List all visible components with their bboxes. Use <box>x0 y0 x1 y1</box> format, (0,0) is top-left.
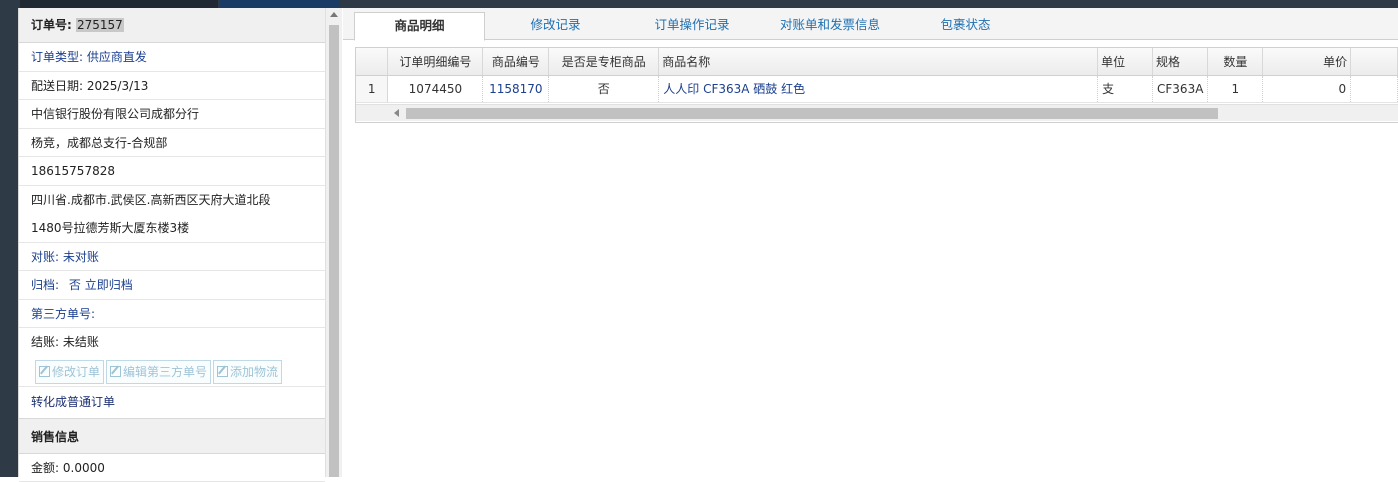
row-number: 1 <box>356 75 388 102</box>
col-header-unit[interactable]: 单位 <box>1098 48 1153 75</box>
address-line-1: 四川省.成都市.武侯区.高新西区天府大道北段 <box>31 193 270 207</box>
col-header-extra <box>1351 48 1398 75</box>
archive-value: 否 <box>69 278 81 292</box>
settle-row: 结账: 未结账 <box>19 328 325 357</box>
counter-cell: 否 <box>549 75 659 102</box>
edit-order-button[interactable]: 修改订单 <box>35 360 104 384</box>
edit-order-label: 修改订单 <box>52 365 100 379</box>
address-row-2: 1480号拉德芳斯大厦东楼3楼 <box>19 214 325 243</box>
tab-label: 修改记录 <box>530 17 580 32</box>
grid-horizontal-scrollbar[interactable] <box>356 104 1398 121</box>
sales-section-header: 销售信息 <box>19 418 325 454</box>
archive-row: 归档: 否 立即归档 <box>19 271 325 300</box>
reconcile-row: 对账: 未对账 <box>19 243 325 272</box>
col-header-product-id[interactable]: 商品编号 <box>483 48 549 75</box>
add-logistics-button[interactable]: 添加物流 <box>213 360 282 384</box>
convert-order-link[interactable]: 转化成普通订单 <box>31 395 115 409</box>
spec-cell: CF363A <box>1153 75 1208 102</box>
table-header-row: 订单明细编号 商品编号 是否是专柜商品 商品名称 单位 规格 数量 单价 <box>356 48 1398 75</box>
tab-product-details[interactable]: 商品明细 <box>354 12 485 41</box>
order-info-panel: 订单号: 275157 订单类型: 供应商直发 配送日期: 2025/3/13 … <box>0 8 342 477</box>
edit-icon <box>217 366 228 377</box>
detail-tabs: 商品明细 修改记录 订单操作记录 对账单和发票信息 包裹状态 <box>343 8 1398 40</box>
order-type-label: 订单类型: <box>31 50 83 64</box>
product-detail-grid: 订单明细编号 商品编号 是否是专柜商品 商品名称 单位 规格 数量 单价 1 1… <box>355 47 1398 123</box>
address-line-2: 1480号拉德芳斯大厦东楼3楼 <box>31 221 189 235</box>
left-panel-scrollbar[interactable] <box>325 8 342 477</box>
amount-value: 0.0000 <box>63 461 105 475</box>
delivery-date-value: 2025/3/13 <box>87 79 149 93</box>
extra-cell <box>1351 75 1398 102</box>
reconcile-label: 对账: <box>31 250 59 264</box>
tab-package-status[interactable]: 包裹状态 <box>913 12 1018 40</box>
col-header-counter[interactable]: 是否是专柜商品 <box>549 48 659 75</box>
scroll-left-arrow-icon[interactable] <box>394 109 399 117</box>
delivery-date-row: 配送日期: 2025/3/13 <box>19 72 325 101</box>
col-header-product-name[interactable]: 商品名称 <box>659 48 1098 75</box>
tab-label: 包裹状态 <box>940 17 990 32</box>
archive-label: 归档: <box>31 278 59 292</box>
scroll-thumb[interactable] <box>406 108 1218 119</box>
nav-strip <box>0 8 18 477</box>
top-bar-segment <box>20 0 218 8</box>
top-bar <box>0 0 1398 8</box>
table-row[interactable]: 1 1074450 1158170 否 人人印 CF363A 硒鼓 红色 支 C… <box>356 75 1398 102</box>
tab-statement-invoice[interactable]: 对账单和发票信息 <box>760 12 900 40</box>
col-header-detail-id[interactable]: 订单明细编号 <box>388 48 483 75</box>
product-name-cell[interactable]: 人人印 CF363A 硒鼓 红色 <box>659 75 1098 102</box>
settle-label: 结账: <box>31 335 59 349</box>
tab-modification-log[interactable]: 修改记录 <box>493 12 618 40</box>
tab-label: 商品明细 <box>394 18 444 33</box>
phone-number: 18615757828 <box>31 164 115 178</box>
qty-cell: 1 <box>1208 75 1263 102</box>
reconcile-value: 未对账 <box>63 250 99 264</box>
tab-label: 对账单和发票信息 <box>780 17 880 32</box>
order-number-label: 订单号: <box>31 18 72 32</box>
col-header-rownum <box>356 48 388 75</box>
add-logistics-label: 添加物流 <box>230 365 278 379</box>
order-number-row: 订单号: 275157 <box>19 8 325 43</box>
scroll-up-arrow-icon[interactable] <box>330 12 338 17</box>
col-header-spec[interactable]: 规格 <box>1153 48 1208 75</box>
action-buttons-row: 修改订单 编辑第三方单号 添加物流 <box>19 357 325 387</box>
archive-now-link[interactable]: 立即归档 <box>85 278 133 292</box>
third-party-label: 第三方单号: <box>31 307 95 321</box>
amount-label: 金额: <box>31 461 59 475</box>
edit-icon <box>110 366 121 377</box>
order-type-value: 供应商直发 <box>87 50 147 64</box>
tab-order-operation-log[interactable]: 订单操作记录 <box>629 12 755 40</box>
edit-third-party-button[interactable]: 编辑第三方单号 <box>106 360 211 384</box>
top-bar-segment-active <box>220 0 340 8</box>
tab-label: 订单操作记录 <box>654 17 729 32</box>
convert-row: 转化成普通订单 <box>19 387 325 418</box>
unit-cell: 支 <box>1098 75 1153 102</box>
company-name: 中信银行股份有限公司成都分行 <box>31 107 199 121</box>
contact-name: 杨竞，成都总支行-合规部 <box>31 136 167 150</box>
contact-row: 杨竞，成都总支行-合规部 <box>19 129 325 158</box>
phone-row: 18615757828 <box>19 157 325 186</box>
scroll-thumb[interactable] <box>329 25 339 477</box>
settle-value: 未结账 <box>63 335 99 349</box>
sales-section-title: 销售信息 <box>31 430 79 444</box>
edit-third-party-label: 编辑第三方单号 <box>123 365 207 379</box>
detail-id-cell: 1074450 <box>388 75 483 102</box>
order-type-row: 订单类型: 供应商直发 <box>19 43 325 72</box>
product-table: 订单明细编号 商品编号 是否是专柜商品 商品名称 单位 规格 数量 单价 1 1… <box>356 48 1398 103</box>
product-id-link[interactable]: 1158170 <box>483 75 549 102</box>
company-row: 中信银行股份有限公司成都分行 <box>19 100 325 129</box>
amount-row: 金额: 0.0000 <box>19 454 325 482</box>
order-info-list: 订单号: 275157 订单类型: 供应商直发 配送日期: 2025/3/13 … <box>18 8 325 477</box>
order-number-value: 275157 <box>76 18 124 32</box>
third-party-row: 第三方单号: <box>19 300 325 329</box>
edit-icon <box>39 366 50 377</box>
col-header-qty[interactable]: 数量 <box>1208 48 1263 75</box>
delivery-date-label: 配送日期: <box>31 79 83 93</box>
price-cell: 0 <box>1263 75 1351 102</box>
col-header-price[interactable]: 单价 <box>1263 48 1351 75</box>
address-row-1: 四川省.成都市.武侯区.高新西区天府大道北段 <box>19 186 325 215</box>
